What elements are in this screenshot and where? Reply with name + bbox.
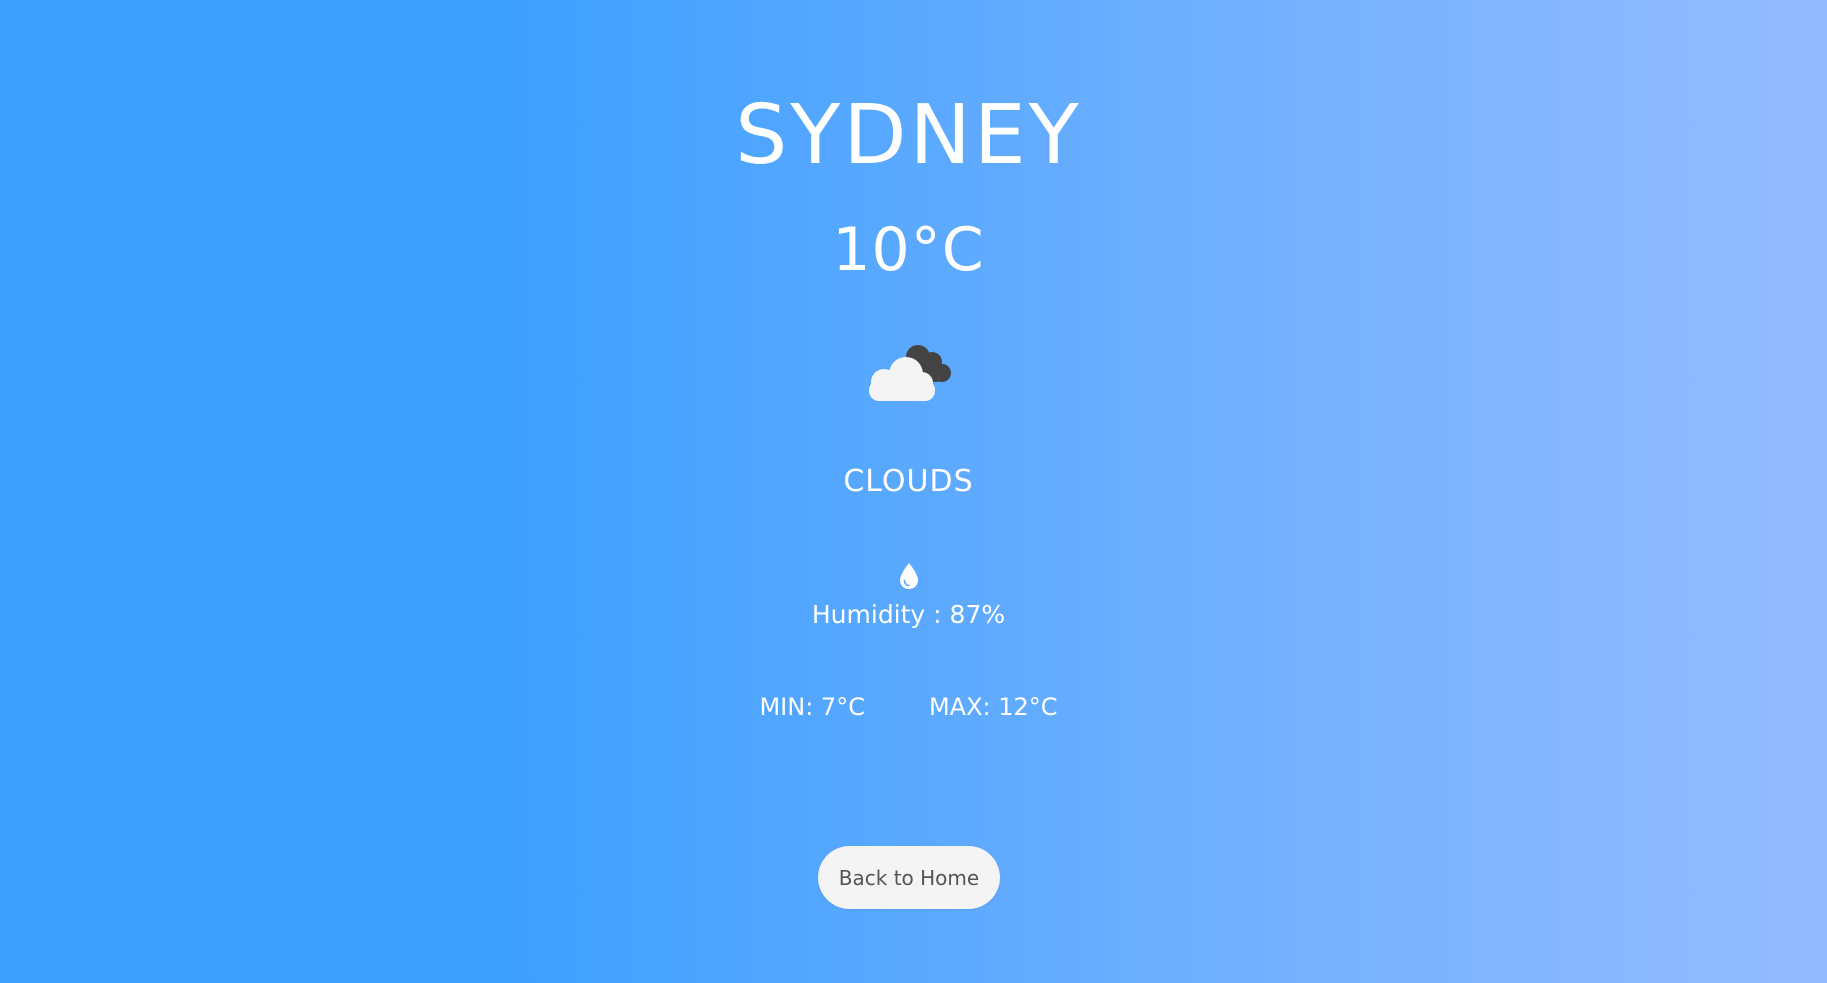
weather-page: SYDNEY 10°C CLOUDS Humidity : 87% MIN: 7… bbox=[0, 0, 1827, 983]
city-name: SYDNEY bbox=[735, 88, 1082, 183]
min-temperature: MIN: 7°C bbox=[759, 693, 865, 721]
water-drop-icon bbox=[900, 563, 918, 589]
humidity-text: Humidity : 87% bbox=[811, 600, 1006, 629]
back-to-home-button[interactable]: Back to Home bbox=[818, 846, 1000, 909]
weather-condition: CLOUDS bbox=[843, 464, 974, 499]
max-temperature: MAX: 12°C bbox=[928, 693, 1058, 721]
min-max-temperatures: MIN: 7°C MAX: 12°C bbox=[0, 690, 1817, 724]
cloud-icon bbox=[869, 345, 951, 401]
current-temperature: 10°C bbox=[832, 215, 985, 285]
